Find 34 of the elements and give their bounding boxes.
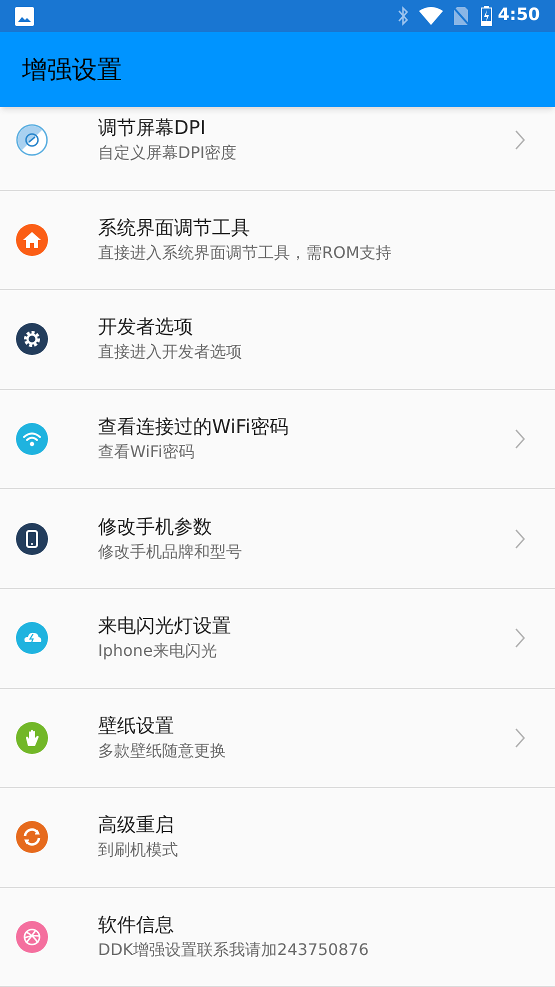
battery-charging-icon: [480, 6, 492, 26]
item-subtitle: 多款壁纸随意更换: [98, 740, 227, 762]
app-bar-title: 增强设置: [22, 54, 122, 86]
item-title: 开发者选项: [98, 315, 194, 340]
item-subtitle: Iphone来电闪光: [98, 640, 218, 662]
item-title: 软件信息: [98, 913, 175, 938]
no-sim-icon: [452, 6, 469, 26]
item-title: 修改手机参数: [98, 514, 213, 540]
item-title: 壁纸设置: [98, 714, 175, 739]
item-title: 来电闪光灯设置: [98, 614, 232, 640]
settings-item[interactable]: 来电闪光灯设置 Iphone来电闪光: [0, 588, 555, 689]
item-subtitle: 自定义屏幕DPI密度: [98, 142, 238, 164]
status-time: 4:50: [498, 4, 540, 28]
item-subtitle: 到刷机模式: [98, 839, 179, 862]
settings-item[interactable]: 壁纸设置 多款壁纸随意更换: [0, 688, 555, 788]
settings-item[interactable]: 查看连接过的WiFi密码 查看WiFi密码: [0, 390, 555, 490]
image-icon: [15, 6, 34, 26]
item-title: 高级重启: [98, 813, 175, 838]
settings-item[interactable]: 系统界面调节工具 直接进入系统界面调节工具，需ROM支持: [0, 190, 555, 290]
item-title: 调节屏幕DPI: [98, 116, 207, 142]
item-subtitle: 直接进入系统界面调节工具，需ROM支持: [98, 242, 393, 264]
item-subtitle: 修改手机品牌和型号: [98, 540, 243, 563]
item-subtitle: 直接进入开发者选项: [98, 341, 243, 364]
settings-item[interactable]: 高级重启 到刷机模式: [0, 788, 555, 888]
item-subtitle: 查看WiFi密码: [98, 441, 196, 464]
wifi-signal-icon: [418, 7, 443, 25]
bluetooth-icon: [396, 6, 409, 26]
settings-item[interactable]: 调节屏幕DPI 自定义屏幕DPI密度: [0, 107, 555, 191]
settings-item[interactable]: 修改手机参数 修改手机品牌和型号: [0, 489, 555, 589]
settings-item[interactable]: 软件信息 DDK增强设置联系我请加243750876: [0, 888, 555, 987]
item-title: 系统界面调节工具: [98, 216, 251, 241]
settings-item[interactable]: 开发者选项 直接进入开发者选项: [0, 290, 555, 390]
item-title: 查看连接过的WiFi密码: [98, 415, 290, 440]
item-subtitle: DDK增强设置联系我请加243750876: [98, 939, 370, 962]
